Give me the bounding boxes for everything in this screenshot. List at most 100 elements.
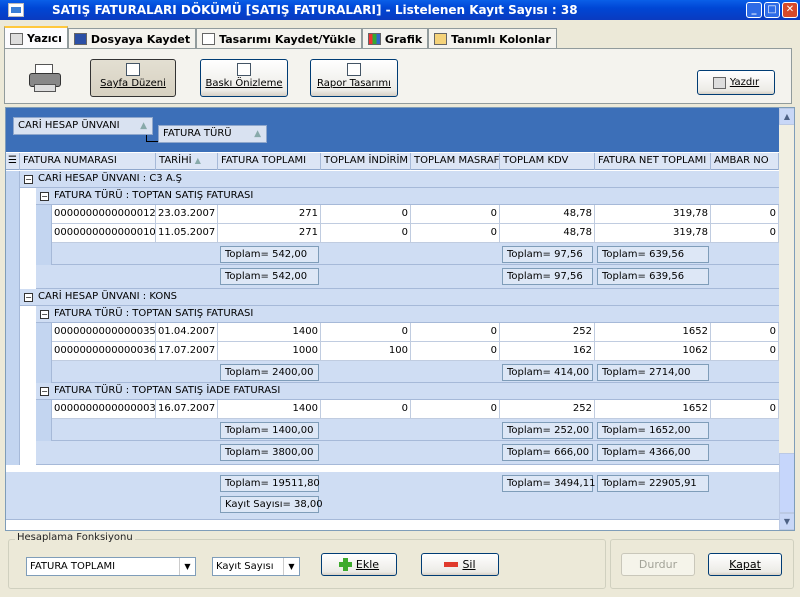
button-label: Baskı Önizleme <box>205 78 283 89</box>
print-preview-button[interactable]: Baskı Önizleme <box>200 59 288 97</box>
cell[interactable]: 0 <box>711 400 779 419</box>
tab-save-file[interactable]: Dosyaya Kaydet <box>67 28 197 49</box>
cell-fatura-numarasi[interactable]: 0000000000000036 <box>52 342 156 361</box>
col-label: TARİHİ <box>159 155 192 166</box>
cell[interactable]: 0 <box>321 224 411 243</box>
scroll-thumb[interactable] <box>779 453 794 513</box>
report-grid[interactable]: CARİ HESAP ÜNVANI ▲ FATURA TÜRÜ ▲ ☰ FATURA… <box>5 107 795 531</box>
cell[interactable]: 48,78 <box>500 224 595 243</box>
cell-fatura-numarasi[interactable]: 0000000000000010 <box>52 224 156 243</box>
cell[interactable]: 0 <box>411 205 500 224</box>
cell[interactable]: 11.05.2007 <box>156 224 218 243</box>
group-row[interactable]: − FATURA TÜRÜ : TOPTAN SATIŞ FATURASI <box>36 306 779 323</box>
group-row[interactable]: − CARİ HESAP ÜNVANI : C3 A.Ş <box>20 171 779 188</box>
col-tarihi[interactable]: TARİHİ ▲ <box>156 153 218 170</box>
calculation-function-group: Hesaplama Fonksiyonu FATURA TOPLAMI ▼ Kay… <box>8 532 606 589</box>
window-title: SATIŞ FATURALARI DÖKÜMÜ [SATIŞ FATURALAR… <box>52 3 578 17</box>
cell[interactable]: 162 <box>500 342 595 361</box>
tab-chart[interactable]: Grafik <box>361 28 429 49</box>
collapse-icon[interactable]: − <box>24 293 33 302</box>
cell[interactable]: 1062 <box>595 342 711 361</box>
minimize-button[interactable]: _ <box>746 2 762 18</box>
scroll-down-button[interactable]: ▼ <box>779 513 794 530</box>
cell[interactable]: 319,78 <box>595 224 711 243</box>
cell[interactable]: 0 <box>411 342 500 361</box>
collapse-icon[interactable]: − <box>40 192 49 201</box>
col-toplam-kdv[interactable]: TOPLAM KDV <box>500 153 595 170</box>
group-indent <box>36 205 52 243</box>
cell[interactable]: 100 <box>321 342 411 361</box>
cell[interactable]: 319,78 <box>595 205 711 224</box>
cell-fatura-numarasi[interactable]: 0000000000000012 <box>52 205 156 224</box>
stop-button[interactable]: Durdur <box>621 553 695 576</box>
cell[interactable]: 23.03.2007 <box>156 205 218 224</box>
cell[interactable]: 271 <box>218 224 321 243</box>
sort-asc-icon: ▲ <box>194 156 201 165</box>
tab-printer[interactable]: Yazıcı <box>4 26 68 49</box>
collapse-icon[interactable]: − <box>24 175 33 184</box>
tab-label: Tanımlı Kolonlar <box>451 32 551 46</box>
close-window-button[interactable]: Kapat <box>708 553 782 576</box>
column-chooser-icon[interactable]: ☰ <box>6 153 20 170</box>
col-toplam-masraf[interactable]: TOPLAM MASRAF <box>411 153 500 170</box>
summary-kdv: Toplam= 252,00 <box>502 422 593 439</box>
collapse-icon[interactable]: − <box>40 310 49 319</box>
scroll-up-button[interactable]: ▲ <box>779 108 794 125</box>
cell[interactable]: 1400 <box>218 323 321 342</box>
collapse-icon[interactable]: − <box>40 387 49 396</box>
report-design-button[interactable]: Rapor Tasarımı <box>310 59 398 97</box>
cell[interactable]: 0 <box>321 205 411 224</box>
cell[interactable]: 0 <box>711 205 779 224</box>
close-button[interactable]: ✕ <box>782 2 798 18</box>
col-fatura-net-toplami[interactable]: FATURA NET TOPLAMI <box>595 153 711 170</box>
col-ambar-no[interactable]: AMBAR NO <box>711 153 779 170</box>
cell[interactable]: 0 <box>321 400 411 419</box>
cell[interactable]: 1652 <box>595 400 711 419</box>
cell[interactable]: 0 <box>411 224 500 243</box>
col-fatura-numarasi[interactable]: FATURA NUMARASI <box>20 153 156 170</box>
add-button[interactable]: Ekle <box>321 553 397 576</box>
cell[interactable]: 01.04.2007 <box>156 323 218 342</box>
cell[interactable]: 0 <box>711 224 779 243</box>
delete-button[interactable]: Sil <box>421 553 499 576</box>
cell[interactable]: 1000 <box>218 342 321 361</box>
button-label: Rapor Tasarımı <box>317 78 391 89</box>
button-label: Durdur <box>638 558 678 571</box>
summary-net: Toplam= 4366,00 <box>597 444 709 461</box>
group-chip-label: CARİ HESAP ÜNVANI <box>18 120 120 131</box>
group-chip-cari[interactable]: CARİ HESAP ÜNVANI ▲ <box>13 117 153 135</box>
function-select[interactable]: Kayıt Sayısı ▼ <box>212 557 300 576</box>
vertical-scrollbar[interactable]: ▲ ▼ <box>779 108 794 530</box>
print-button[interactable]: Yazdır <box>697 70 775 95</box>
col-toplam-indirim[interactable]: TOPLAM İNDİRİM <box>321 153 411 170</box>
cell[interactable]: 252 <box>500 400 595 419</box>
cell[interactable]: 271 <box>218 205 321 224</box>
cell[interactable]: 0 <box>711 323 779 342</box>
cell[interactable]: 48,78 <box>500 205 595 224</box>
printer-icon <box>29 64 61 92</box>
group-row[interactable]: − FATURA TÜRÜ : TOPTAN SATIŞ FATURASI <box>36 188 779 205</box>
cell[interactable]: 0 <box>411 323 500 342</box>
group-chip-fatura-turu[interactable]: FATURA TÜRÜ ▲ <box>158 125 267 143</box>
cell[interactable]: 1400 <box>218 400 321 419</box>
cell[interactable]: 17.07.2007 <box>156 342 218 361</box>
maximize-button[interactable]: □ <box>764 2 780 18</box>
cell[interactable]: 16.07.2007 <box>156 400 218 419</box>
field-select[interactable]: FATURA TOPLAMI ▼ <box>26 557 196 576</box>
group-row[interactable]: − CARİ HESAP ÜNVANI : KONS <box>20 289 779 306</box>
cell[interactable]: 0 <box>411 400 500 419</box>
tab-design-save-load[interactable]: Tasarımı Kaydet/Yükle <box>196 28 362 49</box>
cell[interactable]: 252 <box>500 323 595 342</box>
summary-kdv: Toplam= 414,00 <box>502 364 593 381</box>
summary-net: Toplam= 639,56 <box>597 268 709 285</box>
cell[interactable]: 1652 <box>595 323 711 342</box>
group-row[interactable]: − FATURA TÜRÜ : TOPTAN SATIŞ İADE FATURAS… <box>36 383 779 400</box>
group-connector <box>146 135 158 142</box>
cell-fatura-numarasi[interactable]: 0000000000000003 <box>52 400 156 419</box>
page-setup-button[interactable]: Sayfa Düzeni <box>90 59 176 97</box>
cell[interactable]: 0 <box>711 342 779 361</box>
col-fatura-toplami[interactable]: FATURA TOPLAMI <box>218 153 321 170</box>
cell-fatura-numarasi[interactable]: 0000000000000035 <box>52 323 156 342</box>
tab-defined-columns[interactable]: Tanımlı Kolonlar <box>428 28 557 49</box>
cell[interactable]: 0 <box>321 323 411 342</box>
